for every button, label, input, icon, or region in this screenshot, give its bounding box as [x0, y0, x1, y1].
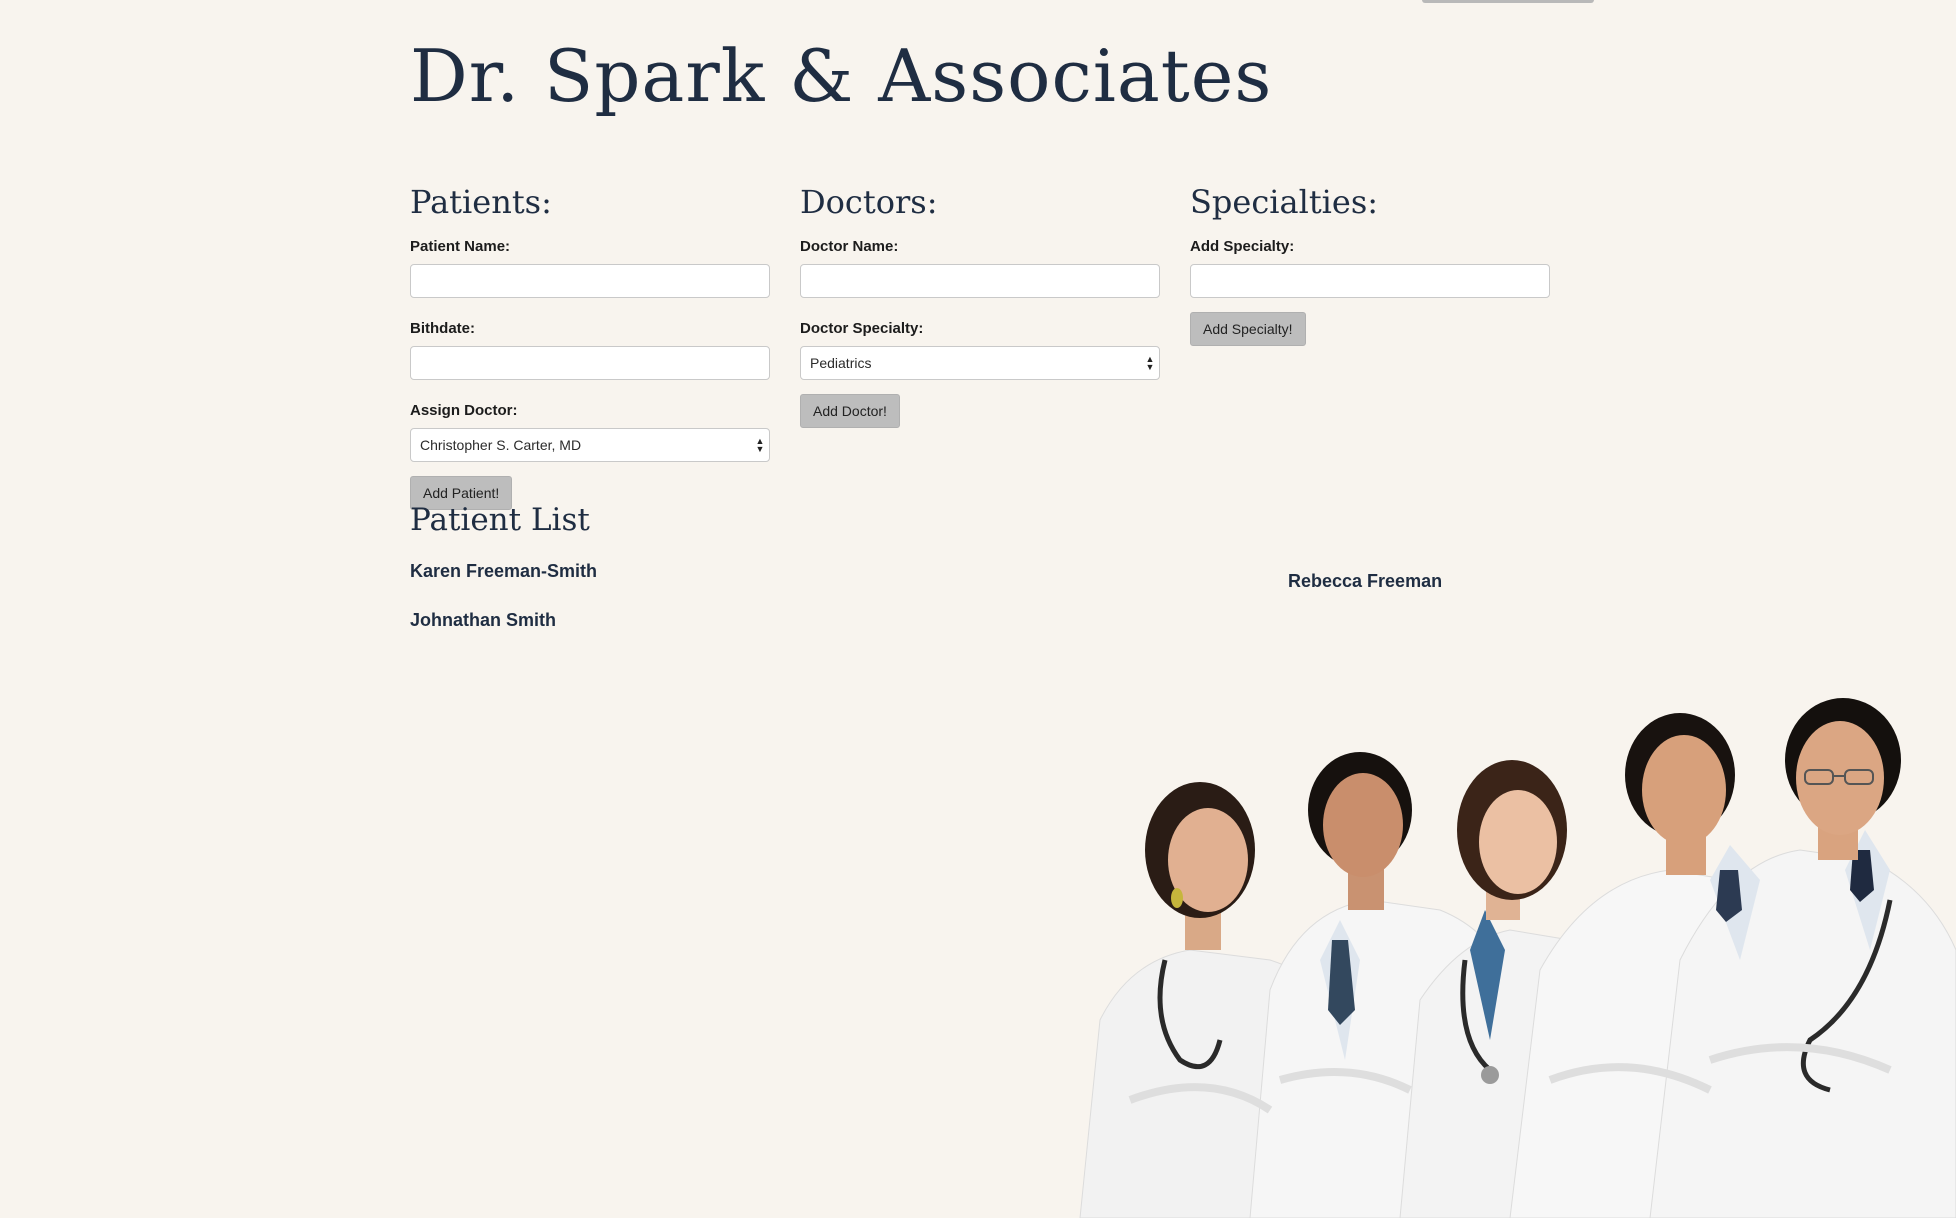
patient-list-heading: Patient List: [410, 502, 590, 538]
select-arrows-icon: ▲ ▼: [1145, 354, 1155, 372]
doctors-form: Doctors: Doctor Name: Doctor Specialty: …: [800, 180, 1162, 428]
add-specialty-input[interactable]: [1190, 264, 1550, 298]
add-specialty-label: Add Specialty:: [1190, 238, 1295, 255]
doctor-specialty-label: Doctor Specialty:: [800, 320, 924, 337]
specialties-form: Specialties: Add Specialty: Add Specialt…: [1190, 180, 1552, 346]
doctor-specialty-value: Pediatrics: [810, 355, 872, 371]
patient-name-label: Patient Name:: [410, 238, 511, 255]
birthdate-label: Bithdate:: [410, 320, 475, 337]
add-doctor-button[interactable]: Add Doctor!: [800, 394, 900, 428]
doctor-name-label: Doctor Name:: [800, 238, 899, 255]
birthdate-input[interactable]: [410, 346, 770, 380]
assign-doctor-value: Christopher S. Carter, MD: [420, 437, 582, 453]
floating-patient-name[interactable]: Rebecca Freeman: [1288, 571, 1442, 592]
select-arrows-icon: ▲ ▼: [755, 436, 765, 454]
assign-doctor-label: Assign Doctor:: [410, 402, 518, 419]
page: Dr. Spark & Associates Patients: Patient…: [0, 0, 1956, 1218]
patients-form: Patients: Patient Name: Bithdate: Assign…: [410, 180, 772, 510]
doctors-heading: Doctors:: [800, 183, 938, 221]
specialties-heading: Specialties:: [1190, 183, 1379, 221]
patient-list-item[interactable]: Karen Freeman-Smith: [410, 561, 597, 582]
patients-heading: Patients:: [410, 183, 552, 221]
patient-name-input[interactable]: [410, 264, 770, 298]
assign-doctor-select[interactable]: Christopher S. Carter, MD ▲ ▼: [410, 428, 770, 462]
add-specialty-button[interactable]: Add Specialty!: [1190, 312, 1306, 346]
doctor-name-input[interactable]: [800, 264, 1160, 298]
patient-list-item[interactable]: Johnathan Smith: [410, 610, 556, 631]
top-tab-edge[interactable]: [1422, 0, 1594, 3]
doctor-specialty-select[interactable]: Pediatrics ▲ ▼: [800, 346, 1160, 380]
doctors-group-photo: [1079, 698, 1956, 1218]
page-title: Dr. Spark & Associates: [410, 34, 1273, 118]
